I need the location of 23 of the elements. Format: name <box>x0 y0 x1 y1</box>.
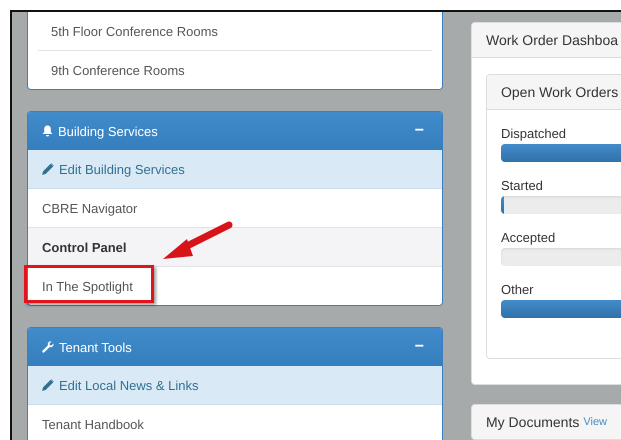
collapse-button[interactable]: − <box>414 122 428 140</box>
panel-title: Work Order Dashboa <box>472 23 621 58</box>
section-title: Building Services <box>58 124 158 138</box>
pencil-icon <box>42 379 54 391</box>
status-label: Accepted <box>501 230 556 245</box>
room-link[interactable]: 9th Conference Rooms <box>38 50 432 89</box>
edit-link[interactable]: Edit Local News & Links <box>28 366 442 405</box>
menu-item[interactable]: Control Panel <box>28 228 442 267</box>
status-label: Started <box>501 178 544 193</box>
collapse-button[interactable]: − <box>414 338 428 356</box>
edit-label: Edit Local News & Links <box>59 378 198 392</box>
status-label: Dispatched <box>501 126 568 141</box>
wrench-icon <box>42 341 54 353</box>
bell-icon <box>42 125 53 137</box>
pencil-icon <box>42 163 54 175</box>
panel-title: My Documents <box>486 414 580 430</box>
pointer-arrow <box>163 219 231 261</box>
room-link[interactable]: 5th Floor Conference Rooms <box>38 12 432 50</box>
status-label: Other <box>501 282 535 297</box>
section-title: Tenant Tools <box>59 340 132 354</box>
panel-title: Open Work Orders <box>487 75 621 110</box>
edit-link[interactable]: Edit Building Services <box>28 150 442 189</box>
edit-label: Edit Building Services <box>59 162 185 176</box>
